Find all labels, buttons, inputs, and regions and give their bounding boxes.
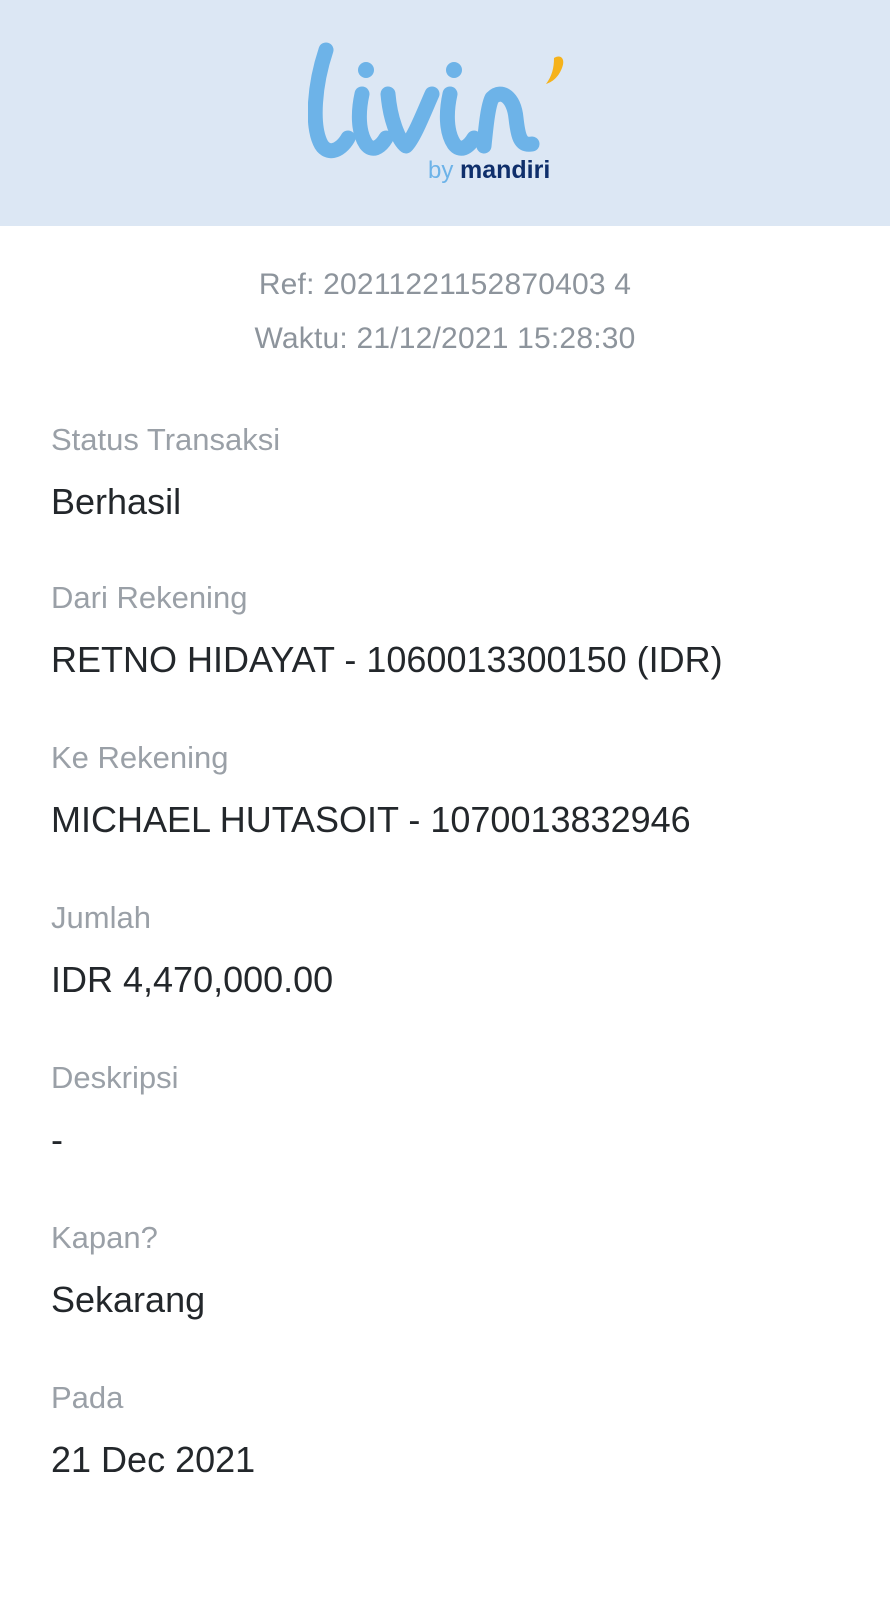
- field-value: Sekarang: [51, 1279, 206, 1320]
- field-label: Pada: [51, 1380, 124, 1415]
- transaction-time: Waktu: 21/12/2021 15:28:30: [254, 322, 636, 355]
- field-label: Deskripsi: [51, 1060, 179, 1095]
- field-value: Berhasil: [51, 481, 182, 522]
- field-description: Deskripsi -: [51, 1060, 851, 1160]
- field-to-account: Ke Rekening MICHAEL HUTASOIT - 107001383…: [51, 740, 851, 840]
- field-value: 21 Dec 2021: [51, 1439, 256, 1480]
- field-value: -: [51, 1119, 63, 1160]
- field-value: RETNO HIDAYAT - 1060013300150 (IDR): [51, 639, 723, 680]
- field-when: Kapan? Sekarang: [51, 1220, 851, 1320]
- logo-by-text: by: [428, 157, 453, 184]
- app-header: by mandiri: [0, 0, 890, 226]
- reference-number: Ref: 20211221152870403 4: [258, 268, 632, 301]
- field-value: MICHAEL HUTASOIT - 1070013832946: [51, 799, 691, 840]
- field-label: Kapan?: [51, 1220, 158, 1255]
- livin-mandiri-logo: by mandiri: [308, 28, 580, 196]
- field-label: Jumlah: [51, 900, 151, 935]
- field-from-account: Dari Rekening RETNO HIDAYAT - 1060013300…: [51, 580, 851, 680]
- field-status: Status Transaksi Berhasil: [51, 422, 851, 522]
- field-date: Pada 21 Dec 2021: [51, 1380, 851, 1480]
- logo-brand-text: mandiri: [460, 156, 550, 184]
- field-label: Ke Rekening: [51, 740, 229, 775]
- field-label: Status Transaksi: [51, 422, 281, 457]
- field-label: Dari Rekening: [51, 580, 248, 615]
- field-amount: Jumlah IDR 4,470,000.00: [51, 900, 851, 1000]
- field-value: IDR 4,470,000.00: [51, 959, 334, 1000]
